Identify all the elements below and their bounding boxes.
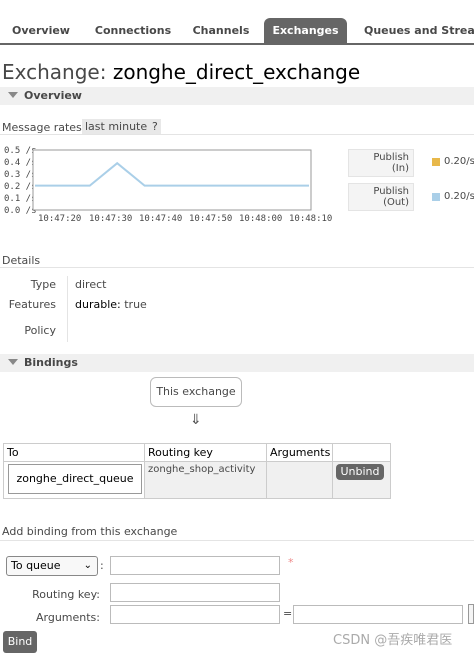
chart-plot-area xyxy=(32,149,312,211)
y-tick-label: 0.1 /s xyxy=(4,194,37,204)
colon-label: : xyxy=(100,559,104,572)
y-tick-label: 0.0 /s xyxy=(4,206,37,216)
x-tick-label: 10:48:10 xyxy=(289,214,333,224)
argument-key-input[interactable] xyxy=(110,605,280,624)
feature-value: true xyxy=(124,298,147,311)
collapse-triangle-icon xyxy=(8,359,18,365)
arguments-label: Arguments: xyxy=(35,611,100,624)
binding-routing-key: zonghe_shop_activity xyxy=(145,462,267,498)
argument-type-select[interactable] xyxy=(468,604,474,624)
legend-swatch xyxy=(432,158,440,166)
x-tick-label: 10:47:30 xyxy=(89,214,133,224)
column-header-arguments: Arguments xyxy=(267,444,333,462)
plot-frame xyxy=(32,149,312,211)
detail-label-policy: Policy xyxy=(24,324,56,337)
divider xyxy=(0,540,474,541)
y-tick-label: 0.5 /s xyxy=(4,146,37,156)
overview-section-label: Overview xyxy=(24,89,82,102)
legend-publish-in[interactable]: Publish (In) xyxy=(348,149,414,177)
legend-publish-out[interactable]: Publish (Out) xyxy=(348,183,414,211)
page-title: Exchange: zonghe_direct_exchange xyxy=(2,60,360,84)
exchange-name: zonghe_direct_exchange xyxy=(112,60,361,84)
argument-value-input[interactable] xyxy=(293,605,463,624)
legend-value: 0.20/s xyxy=(444,191,474,202)
binding-destination-queue-link[interactable]: zonghe_direct_queue xyxy=(8,464,142,494)
y-tick-label: 0.2 /s xyxy=(4,182,37,192)
details-heading: Details xyxy=(2,254,41,267)
message-rates-label: Message rates xyxy=(2,121,82,134)
legend-label: (Out) xyxy=(383,197,409,208)
overview-section-header[interactable]: Overview xyxy=(0,87,474,105)
divider xyxy=(0,267,474,268)
tab-connections[interactable]: Connections xyxy=(90,18,176,43)
bindings-section-label: Bindings xyxy=(24,356,78,369)
destination-type-value: To queue xyxy=(11,559,61,572)
destination-input[interactable] xyxy=(110,556,280,575)
detail-label-features: Features xyxy=(8,298,56,311)
bindings-section-header[interactable]: Bindings xyxy=(0,354,474,372)
destination-type-select[interactable]: To queue ⌄ xyxy=(6,556,98,576)
column-header-to: To xyxy=(4,444,145,462)
x-tick-label: 10:47:20 xyxy=(38,214,82,224)
tab-queues-and-streams[interactable]: Queues and Streams xyxy=(358,18,474,43)
legend-value: 0.20/s xyxy=(444,156,474,167)
required-marker: * xyxy=(288,556,294,569)
y-tick-label: 0.4 /s xyxy=(4,158,37,168)
tab-exchanges[interactable]: Exchanges xyxy=(264,18,347,43)
legend-label: Publish xyxy=(373,186,409,197)
page-title-prefix: Exchange: xyxy=(2,60,113,84)
watermark: CSDN @吾疾唯君医 xyxy=(333,633,453,648)
feature-key: durable: xyxy=(75,298,121,311)
help-button[interactable]: ? xyxy=(149,119,161,134)
range-selector[interactable]: last minute xyxy=(82,119,151,134)
y-tick-label: 0.3 /s xyxy=(4,170,37,180)
tab-channels[interactable]: Channels xyxy=(188,18,254,43)
detail-value-features: durable: true xyxy=(75,298,147,311)
bind-button[interactable]: Bind xyxy=(3,631,37,653)
column-header-actions xyxy=(333,444,390,462)
x-tick-label: 10:47:50 xyxy=(189,214,233,224)
equals-label: = xyxy=(283,607,293,620)
chevron-down-icon: ⌄ xyxy=(83,560,92,571)
add-binding-heading: Add binding from this exchange xyxy=(2,525,178,538)
legend-label: (In) xyxy=(391,163,409,174)
this-exchange-box: This exchange xyxy=(150,377,242,407)
tab-overview[interactable]: Overview xyxy=(5,18,77,43)
detail-label-type: Type xyxy=(30,278,56,291)
top-nav: Overview Connections Channels Exchanges … xyxy=(0,18,474,45)
collapse-triangle-icon xyxy=(8,92,18,98)
unbind-button[interactable]: Unbind xyxy=(336,464,384,480)
routing-key-input[interactable] xyxy=(110,583,280,602)
legend-swatch xyxy=(432,193,440,201)
x-tick-label: 10:47:40 xyxy=(139,214,183,224)
routing-key-label: Routing key: xyxy=(32,588,100,601)
divider xyxy=(67,276,68,342)
divider xyxy=(0,134,474,135)
arrow-down-icon: ⇓ xyxy=(190,412,202,428)
x-tick-label: 10:48:00 xyxy=(239,214,283,224)
legend-label: Publish xyxy=(373,152,409,163)
binding-arguments xyxy=(267,462,333,498)
column-header-routing-key: Routing key xyxy=(145,444,267,462)
detail-value-type: direct xyxy=(75,278,107,291)
